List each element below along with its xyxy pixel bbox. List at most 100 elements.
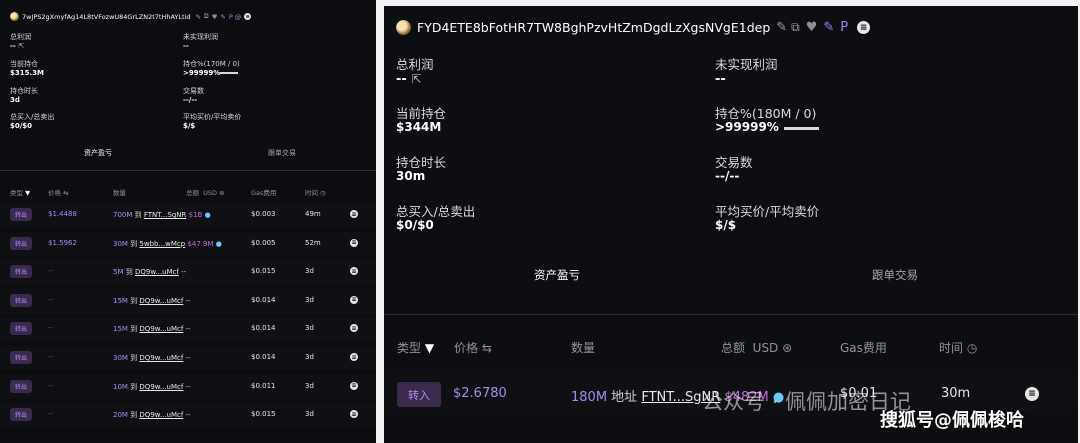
heart-icon[interactable]: ♥ [212,13,218,21]
stat-value: >99999% [183,69,221,77]
col-price[interactable]: 价格 ⇆ [48,187,69,197]
amount-cell: 20M 到 DQ9w...uMcf -- [113,410,191,420]
price-cell: -- [48,295,54,304]
address-link[interactable]: DQ9w...uMcf [139,354,183,362]
col-total[interactable]: 总额 USD ⊛ [721,339,792,356]
address-link[interactable]: DQ9w...uMcf [139,411,183,419]
table-row[interactable] [0,260,376,285]
holding-bar [220,72,238,74]
coin-icon[interactable]: ⊛ [219,189,224,197]
col-price[interactable]: 价格 ⇆ [454,339,492,356]
gas-cell: $0.015 [251,410,276,419]
stat-label: 交易数 [183,87,204,95]
menu-icon[interactable]: ≡ [857,21,871,34]
amount-cell: 30M 到 5wbb...wMcp $47.9M ● [113,239,222,249]
col-time[interactable]: 时间 ◷ [939,339,977,356]
edit-icon[interactable]: ✎ [220,13,225,21]
filter-icon[interactable]: ▼ [25,189,30,197]
watermark-main: 搜狐号@佩佩梭哈 [880,410,1024,431]
type-badge: 转出 [10,208,32,221]
gas-cell: $0.005 [251,238,276,247]
col-type[interactable]: 类型 ▼ [397,339,434,356]
qty-value: 180M [571,390,608,405]
stat-label: 未实现利润 [715,57,778,72]
to-label: 到 [130,411,138,420]
type-badge: 转出 [10,293,32,307]
link-icon[interactable]: ⇱ [411,72,421,86]
price-cell: $1.4488 [48,210,77,218]
wallet-address[interactable]: FYD4ETE8bFotHR7TW8BghPzvHtZmDgdLzXgsNVgE… [417,20,770,35]
qty-value: 15M [113,296,128,305]
tab-asset-pnl[interactable]: 资产盈亏 [84,148,112,158]
col-qty: 数量 [571,341,596,355]
amount-cell: 700M 到 FTNT...SgNR $1B ● [113,210,211,220]
heart-icon[interactable]: ♥ [806,20,818,35]
type-badge: 转出 [10,265,32,279]
filter-icon[interactable]: ▼ [425,341,434,355]
gas-cell: $0.015 [251,267,276,276]
at-icon[interactable]: @ [235,13,242,21]
address-link[interactable]: DQ9w...uMcf [135,268,179,276]
stat-value: $/$ [183,122,196,130]
to-label: 到 [130,239,138,248]
address-link[interactable]: DQ9w...uMcf [139,383,183,391]
to-label: 到 [130,354,138,362]
p-icon[interactable]: P [840,20,848,35]
usd-value: -- [181,268,187,277]
stat-value: $0/$0 [10,122,33,130]
menu-icon[interactable]: ≡ [350,295,358,304]
copy-icon[interactable]: ⧉ [791,20,800,35]
type-badge: 转出 [10,408,32,422]
copy-icon[interactable]: ⧉ [204,12,209,21]
coin-icon[interactable]: ⊛ [782,341,792,355]
pen-icon[interactable]: ✎ [195,13,200,21]
qty-value: 10M [113,382,128,391]
col-qty: 数量 [113,189,126,197]
time-cell: 49m [305,210,321,218]
tab-asset-pnl[interactable]: 资产盈亏 [534,267,580,283]
pen-icon[interactable]: ✎ [776,20,787,35]
stat-label: 总利润 [10,33,31,41]
menu-icon[interactable]: ≡ [350,353,358,361]
usd-value: $47.9M [187,239,214,248]
menu-icon[interactable]: ≡ [350,381,358,390]
stat-value: -- [183,42,189,50]
edit-icon[interactable]: ✎ [823,20,834,35]
coin-icon: ● [213,239,222,248]
link-icon[interactable]: ⇱ [18,42,24,50]
time-cell: 3d [305,324,314,333]
menu-icon[interactable]: ≡ [350,238,358,247]
col-total[interactable]: 总额 USD ⊛ [186,187,225,197]
amount-cell: 15M 到 DQ9w...uMcf -- [113,324,191,334]
menu-icon[interactable]: ≡ [1025,387,1039,401]
tab-copy-trade[interactable]: 跟单交易 [872,267,918,283]
tab-copy-trade[interactable]: 跟单交易 [268,148,296,158]
usd-value: -- [185,354,191,362]
address-link[interactable]: FTNT...SgNR [144,211,187,219]
menu-icon[interactable]: ≡ [244,13,252,20]
menu-icon[interactable]: ≡ [350,210,358,218]
to-label: 到 [125,268,133,277]
stat-value: --/-- [715,169,740,183]
col-type[interactable]: 类型 ▼ [10,187,30,197]
price-cell: -- [48,410,54,419]
stat-label: 总买入/总卖出 [10,113,55,121]
type-badge: 转出 [10,322,32,336]
left-wallet-panel: 7wJPS2gXmyfAg14L8tVFozwU84GrLZN2t7tHhAYL… [0,0,376,443]
address-link[interactable]: 5wbb...wMcp [139,240,185,248]
right-wallet-panel: FYD4ETE8bFotHR7TW8BghPzvHtZmDgdLzXgsNVgE… [384,6,1078,443]
to-label: 地址 [611,390,638,405]
col-time[interactable]: 时间 ◷ [305,187,326,197]
address-link[interactable]: DQ9w...uMcf [139,325,183,333]
stat-value: $/$ [715,218,737,232]
p-icon[interactable]: P [229,13,233,21]
stat-value: -- ⇱ [396,72,422,87]
to-label: 到 [130,296,138,305]
stat-value: >99999% [715,120,779,134]
holding-bar [784,127,819,130]
wallet-address[interactable]: 7wJPS2gXmyfAg14L8tVFozwU84GrLZN2t7tHhAYL… [22,13,190,21]
address-link[interactable]: DQ9w...uMcf [139,297,183,305]
usd-value: $1B [188,211,203,219]
wallet-header: FYD4ETE8bFotHR7TW8BghPzvHtZmDgdLzXgsNVgE… [396,20,871,35]
gas-cell: $0.011 [251,381,276,390]
